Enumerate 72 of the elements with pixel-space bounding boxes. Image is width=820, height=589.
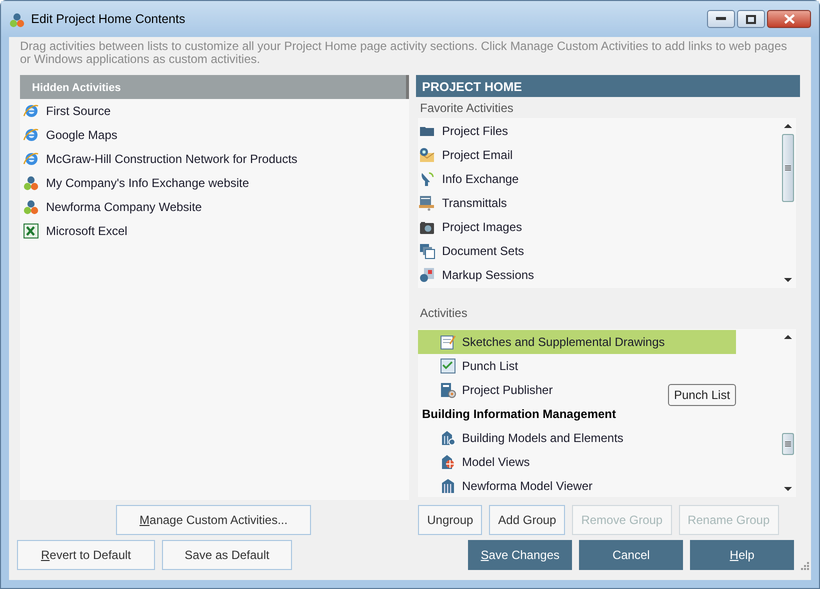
save-as-default-button[interactable]: Save as Default: [162, 540, 292, 570]
checklist-icon: [440, 358, 456, 374]
window-title: Edit Project Home Contents: [31, 10, 186, 28]
list-item[interactable]: Project Email: [442, 146, 513, 164]
list-item[interactable]: Newforma Company Website: [46, 198, 202, 216]
list-row[interactable]: Newforma Model Viewer: [418, 474, 736, 498]
group-header: Building Information Management: [422, 406, 616, 423]
list-row[interactable]: Model Views: [418, 450, 736, 474]
list-item[interactable]: Info Exchange: [442, 170, 519, 188]
section-label: Activities: [419, 305, 468, 322]
list-item[interactable]: Model Views: [462, 453, 530, 471]
circles-icon: [23, 199, 39, 215]
tooltip: Punch List: [668, 384, 736, 406]
scroll-down-icon[interactable]: [784, 277, 792, 283]
list-item[interactable]: First Source: [46, 102, 111, 120]
building-icon: [440, 454, 456, 470]
notepad-icon: [440, 334, 456, 350]
list-item[interactable]: McGraw-Hill Construction Network for Products: [46, 150, 298, 168]
building-icon: [440, 478, 456, 494]
list-item[interactable]: Google Maps: [46, 126, 118, 144]
cancel-button[interactable]: Cancel: [579, 540, 684, 570]
close-icon: [784, 14, 794, 24]
scrollbar-thumb[interactable]: [782, 134, 794, 202]
manage-custom-activities-button[interactable]: Manage Custom Activities...: [116, 505, 312, 535]
globe-icon: [23, 151, 39, 167]
list-item[interactable]: Sketches and Supplemental Drawings: [462, 333, 665, 351]
list-item[interactable]: My Company's Info Exchange website: [46, 174, 250, 192]
globe-icon: [23, 103, 39, 119]
scroll-up-icon[interactable]: [784, 123, 792, 129]
close-button[interactable]: [767, 10, 811, 28]
list-item[interactable]: Punch List: [462, 357, 518, 375]
list-item[interactable]: Transmittals: [442, 194, 507, 212]
list-item[interactable]: Project Publisher: [462, 381, 553, 399]
building-icon: [440, 430, 456, 446]
list-item[interactable]: Document Sets: [442, 242, 524, 260]
revert-to-default-button[interactable]: Revert to Default: [17, 540, 155, 570]
list-header: Hidden Activities: [20, 75, 409, 99]
list-item[interactable]: Building Models and Elements: [462, 429, 624, 447]
list-item[interactable]: Project Files: [442, 122, 508, 140]
save-changes-button[interactable]: Save Changes: [468, 540, 572, 570]
scroll-down-icon[interactable]: [784, 486, 792, 492]
add-group-button[interactable]: Add Group: [489, 505, 566, 535]
spreadsheet-icon: [23, 223, 39, 239]
minimize-button[interactable]: [707, 10, 735, 28]
camera-icon: [419, 219, 435, 235]
markup-icon: [419, 267, 435, 283]
maximize-button[interactable]: [737, 10, 765, 28]
satellite-dish-icon: [419, 171, 435, 187]
section-label: Favorite Activities: [419, 100, 514, 117]
help-button[interactable]: Help: [690, 540, 794, 570]
resize-grip-icon[interactable]: [801, 562, 809, 570]
globe-icon: [23, 127, 39, 143]
instructions-text: Drag activities between lists to customize all your Project Home page activity sections. Click Manage Custom Activities to add links to web pages or Windows applications as custom activities.: [20, 40, 788, 66]
list-item[interactable]: Project Images: [442, 218, 522, 236]
circles-icon: [9, 12, 25, 28]
scrollbar-thumb[interactable]: [782, 433, 794, 455]
list-item[interactable]: Newforma Model Viewer: [462, 477, 592, 495]
publisher-icon: [440, 382, 456, 398]
section-header: PROJECT HOME: [416, 75, 800, 97]
envelope-icon: [419, 147, 435, 163]
list-item[interactable]: Markup Sessions: [442, 266, 534, 284]
list-item[interactable]: Microsoft Excel: [46, 222, 128, 240]
grip-icon: [785, 441, 791, 447]
grip-icon: [785, 165, 791, 171]
list-row[interactable]: Building Models and Elements: [418, 426, 736, 450]
list-row[interactable]: Sketches and Supplemental Drawings: [418, 330, 736, 354]
minimize-icon: [716, 17, 726, 21]
ungroup-button[interactable]: Ungroup: [418, 505, 482, 535]
scroll-up-icon[interactable]: [784, 334, 792, 340]
list-row[interactable]: Punch List: [418, 354, 736, 378]
circles-icon: [23, 175, 39, 191]
maximize-icon: [746, 14, 756, 24]
